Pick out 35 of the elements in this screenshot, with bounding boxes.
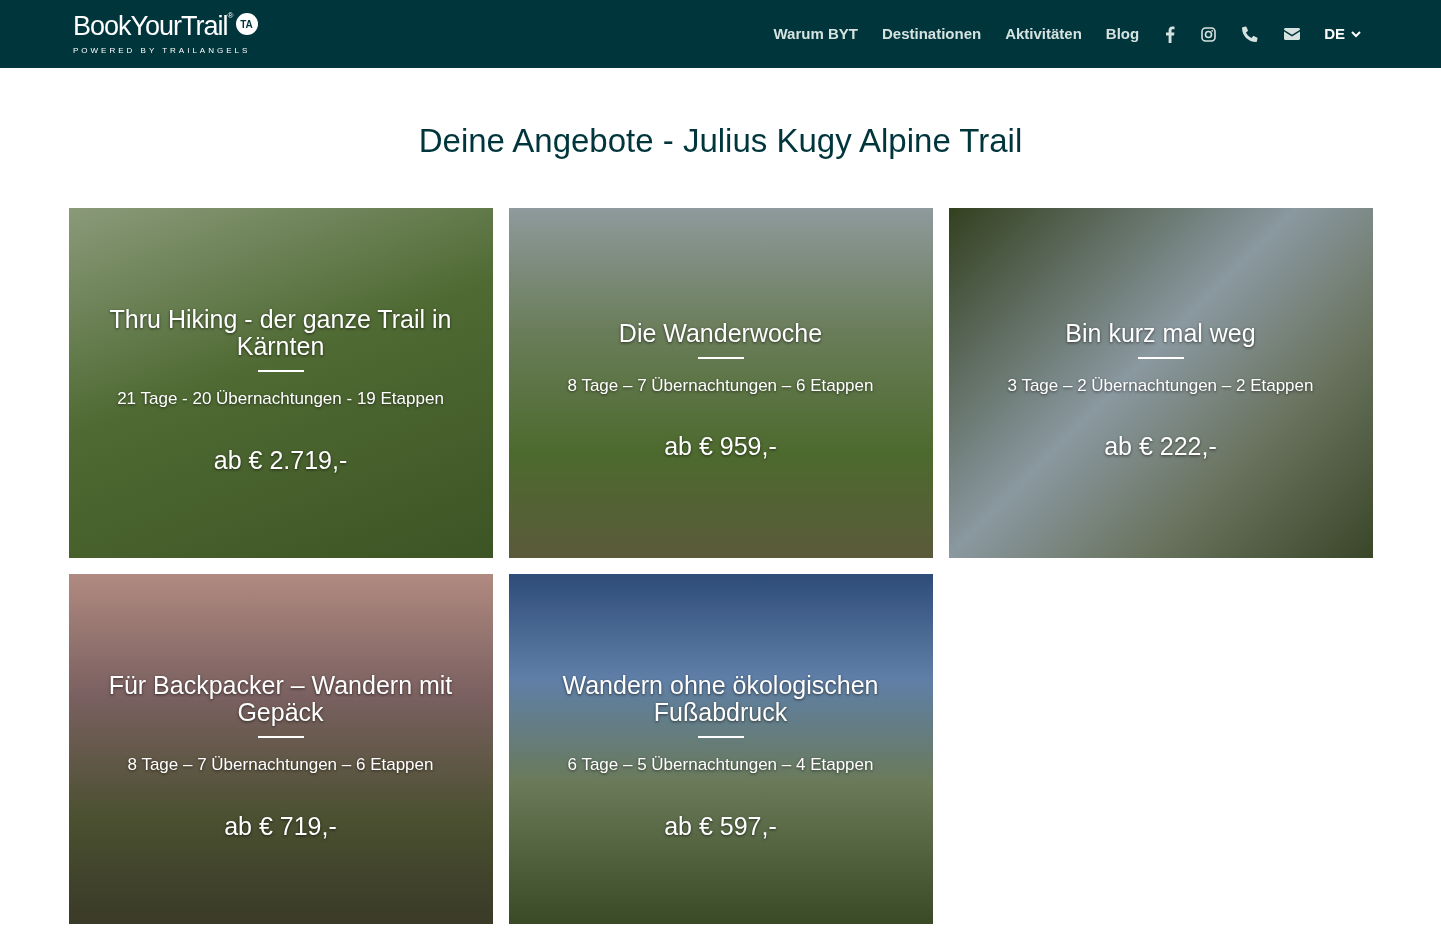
logo-badge: TA: [235, 13, 258, 35]
offer-card[interactable]: Die Wanderwoche 8 Tage – 7 Übernachtungen – 6 Etappen ab € 959,-: [508, 207, 933, 558]
offer-details: 6 Tage – 5 Übernachtungen – 4 Etappen: [567, 754, 874, 776]
phone-icon[interactable]: [1242, 26, 1259, 42]
offer-details: 8 Tage – 7 Übernachtungen – 6 Etappen: [567, 374, 874, 397]
offer-details: 3 Tage – 2 Übernachtungen – 2 Etappen: [1007, 374, 1314, 397]
nav-link[interactable]: Warum BYT: [773, 22, 858, 46]
chevron-down-icon: [1351, 30, 1361, 38]
nav-link[interactable]: Aktivitäten: [1005, 22, 1082, 46]
offer-card[interactable]: Thru Hiking - der ganze Trail in Kärnten 21 Tage - 20 Übernachtungen - 19 Etappen ab € 2.719,-: [68, 207, 493, 558]
offer-card[interactable]: Bin kurz mal weg 3 Tage – 2 Übernachtungen – 2 Etappen ab € 222,-: [948, 207, 1373, 558]
registered-mark: ®: [227, 11, 234, 20]
offer-card[interactable]: Wandern ohne ökologischen Fußabdruck 6 Tage – 5 Übernachtungen – 4 Etappen ab € 597,-: [508, 573, 933, 924]
nav-link[interactable]: Blog: [1105, 22, 1140, 46]
offer-title: Die Wanderwoche: [618, 319, 823, 347]
offer-title: Thru Hiking - der ganze Trail in Kärnten: [108, 306, 453, 360]
offer-price: ab € 222,-: [1104, 431, 1217, 462]
offer-title: Für Backpacker – Wandern mit Gepäck: [107, 672, 454, 726]
logo-text[interactable]: BookYourTrail: [73, 11, 228, 41]
offer-details: 8 Tage – 7 Übernachtungen – 6 Etappen: [127, 754, 434, 776]
offer-price: ab € 719,-: [224, 810, 337, 842]
offer-price: ab € 597,-: [664, 810, 777, 842]
offer-price: ab € 959,-: [664, 431, 777, 462]
mail-icon[interactable]: [1284, 28, 1301, 40]
nav-link[interactable]: Destinationen: [881, 22, 982, 46]
offer-title: Bin kurz mal weg: [1065, 319, 1256, 347]
instagram-icon[interactable]: [1201, 26, 1217, 42]
facebook-icon[interactable]: [1165, 25, 1176, 43]
language-selector[interactable]: DE: [1324, 22, 1361, 46]
offer-card[interactable]: Für Backpacker – Wandern mit Gepäck 8 Tage – 7 Übernachtungen – 6 Etappen ab € 719,-: [68, 573, 493, 924]
logo-tagline: POWERED BY TRAILANGELS: [73, 45, 252, 57]
offer-price: ab € 2.719,-: [213, 444, 348, 476]
offer-details: 21 Tage - 20 Übernachtungen - 19 Etappen: [117, 388, 444, 410]
offer-title: Wandern ohne ökologischen Fußabdruck: [561, 672, 880, 726]
page-title: Deine Angebote - Julius Kugy Alpine Trail: [418, 121, 1023, 161]
